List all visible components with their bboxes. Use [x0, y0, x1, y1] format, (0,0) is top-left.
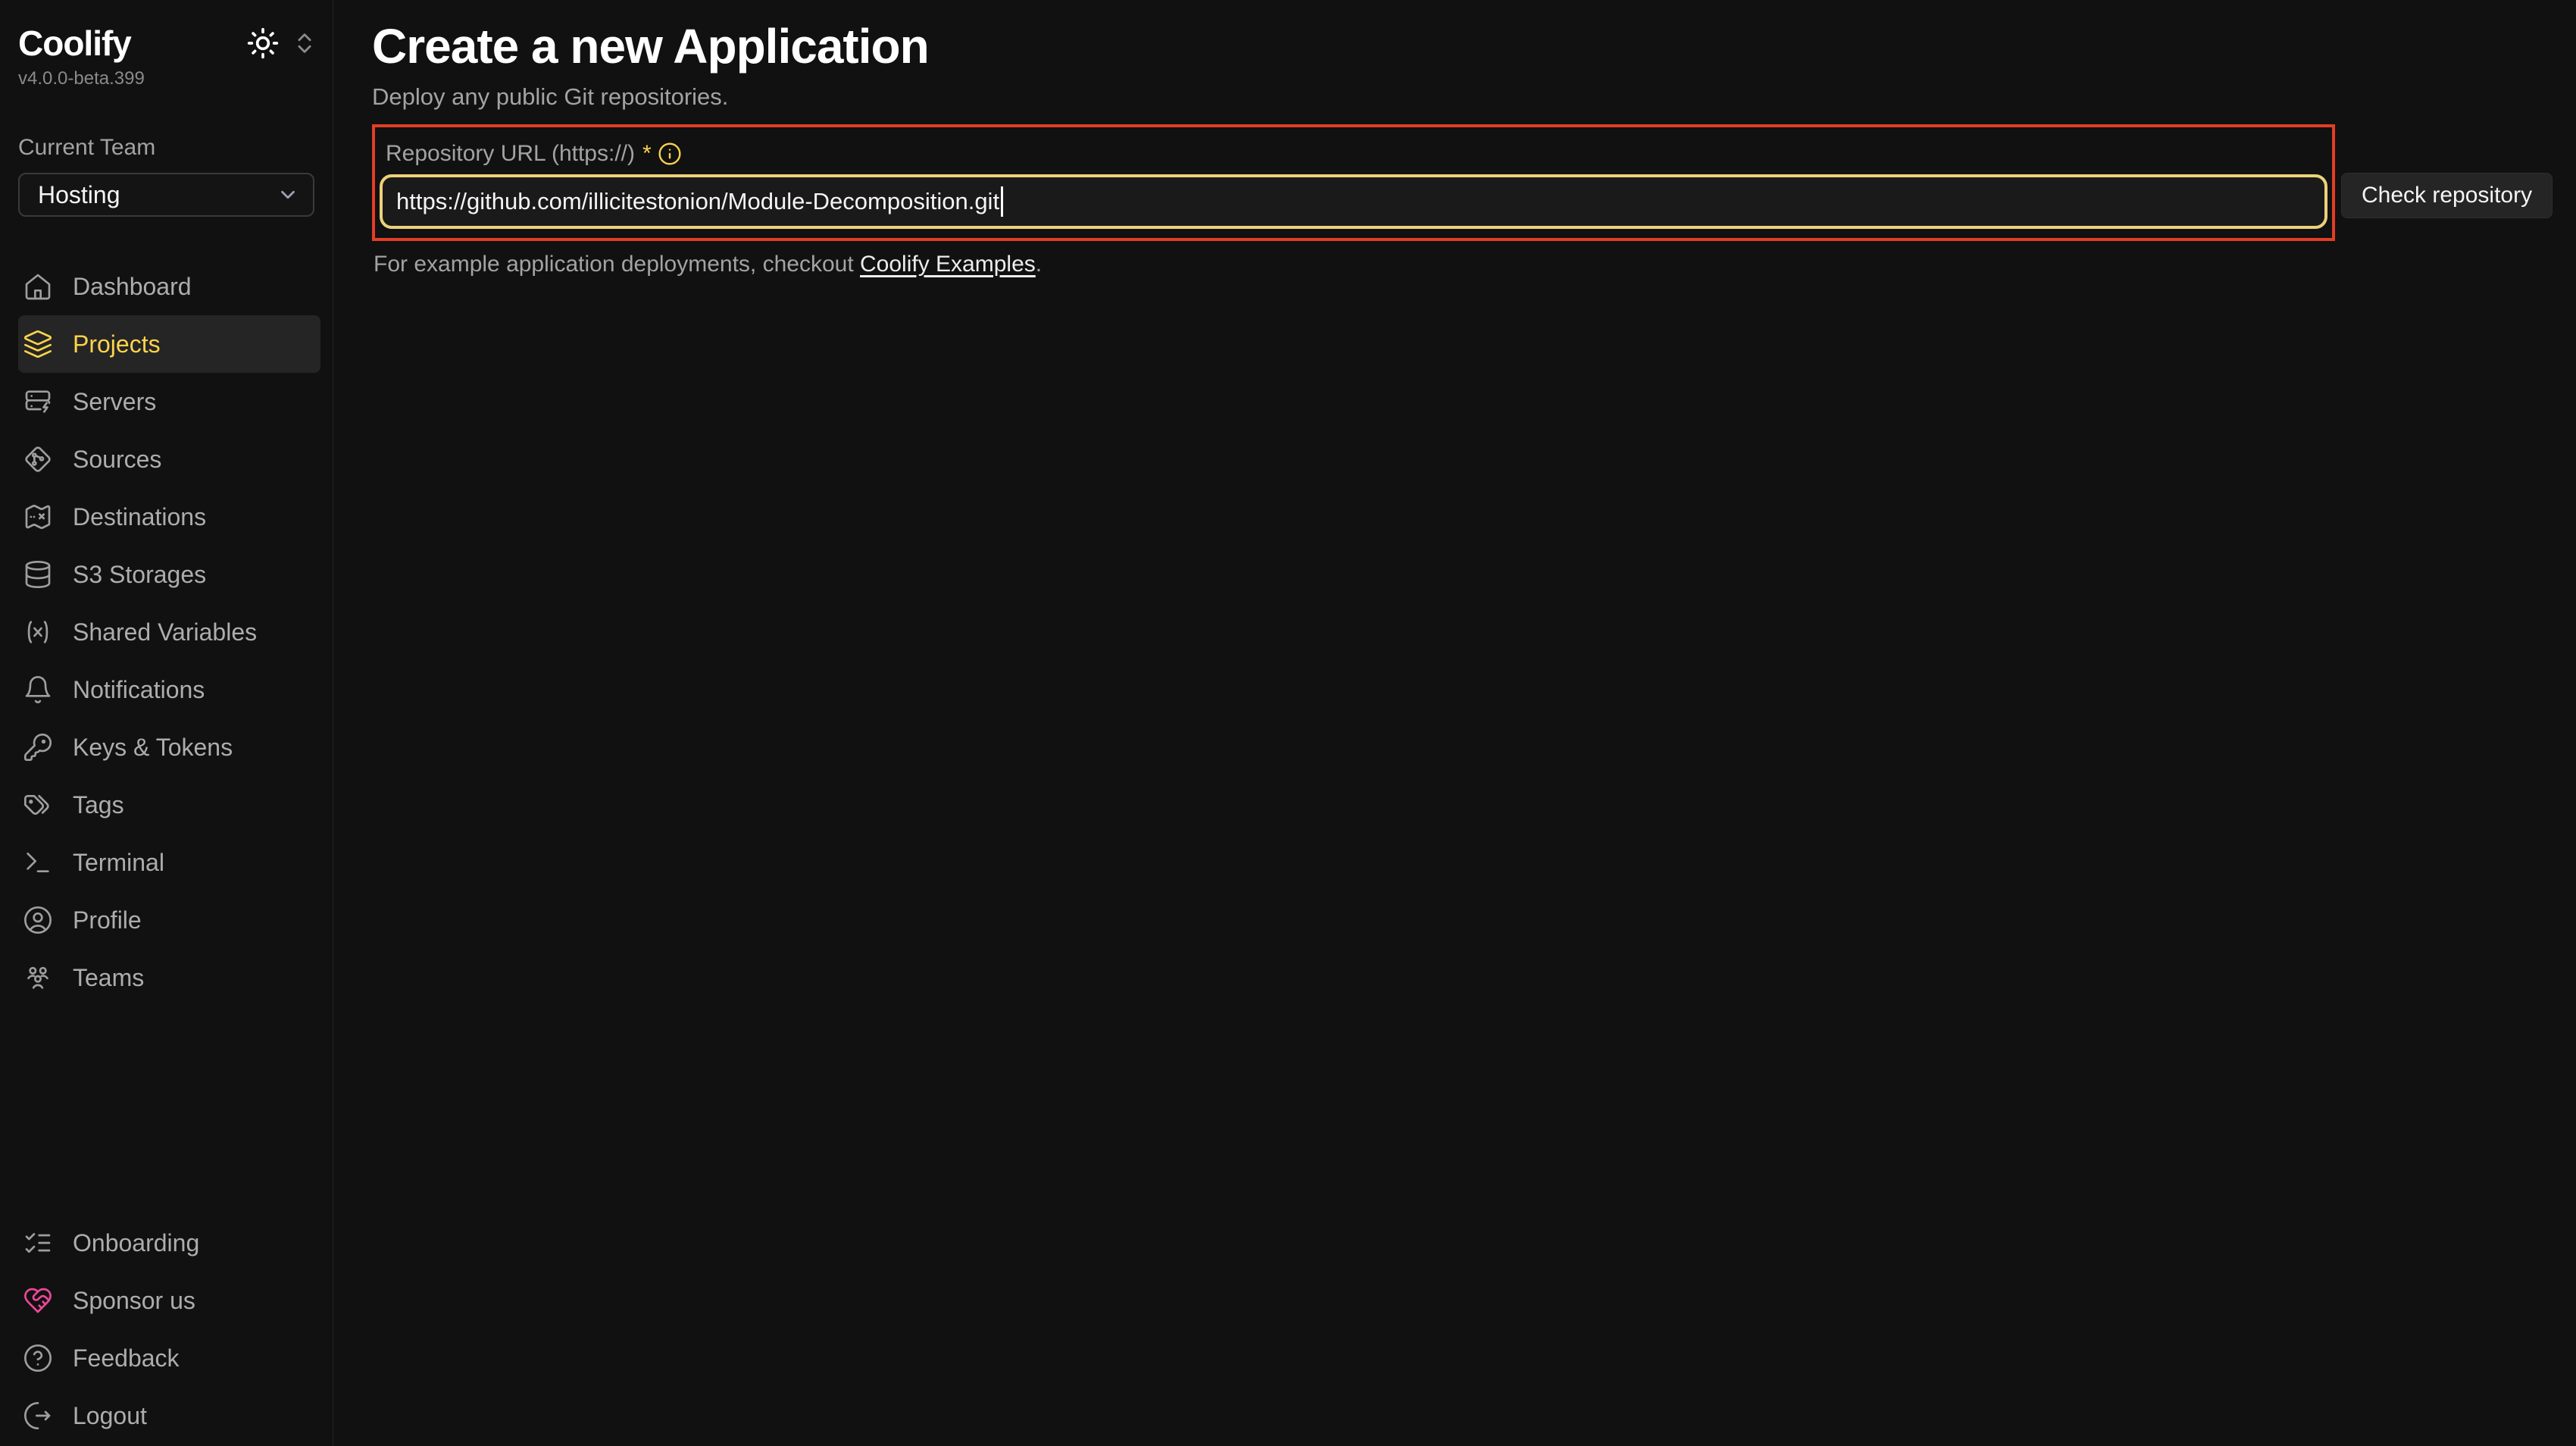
sidebar-item-keys-tokens[interactable]: Keys & Tokens [18, 718, 320, 776]
server-icon [23, 387, 53, 417]
home-icon [23, 271, 53, 302]
main-content: Create a new Application Deploy any publ… [334, 0, 2576, 1446]
sidebar-item-tags[interactable]: Tags [18, 776, 320, 834]
team-select[interactable]: Hosting [18, 173, 314, 217]
user-circle-icon [23, 905, 53, 935]
sidebar-item-feedback[interactable]: Feedback [18, 1329, 320, 1387]
sidebar-item-s3-storages[interactable]: S3 Storages [18, 546, 320, 603]
chevrons-up-down-icon [292, 30, 317, 56]
info-icon[interactable] [658, 142, 682, 166]
sidebar-item-logout[interactable]: Logout [18, 1387, 320, 1444]
git-source-icon [23, 444, 53, 474]
sidebar-item-teams[interactable]: Teams [18, 949, 320, 1006]
text-caret [1001, 186, 1003, 217]
list-checks-icon [23, 1228, 53, 1258]
sidebar-item-onboarding[interactable]: Onboarding [18, 1214, 320, 1272]
heart-handshake-icon [23, 1285, 53, 1316]
map-icon [23, 502, 53, 532]
sidebar-item-servers[interactable]: Servers [18, 373, 320, 430]
sidebar-item-dashboard[interactable]: Dashboard [18, 258, 320, 315]
sidebar-item-terminal[interactable]: Terminal [18, 834, 320, 891]
theme-toggle-button[interactable] [246, 27, 280, 60]
tag-icon [23, 790, 53, 820]
sidebar-bottom-nav: Onboarding Sponsor us Feedback Logout [18, 1214, 320, 1444]
team-select-value: Hosting [38, 181, 120, 209]
coolify-examples-link[interactable]: Coolify Examples [860, 252, 1036, 277]
terminal-icon [23, 847, 53, 878]
layers-icon [23, 329, 53, 359]
sidebar-item-sources[interactable]: Sources [18, 430, 320, 488]
help-circle-icon [23, 1343, 53, 1373]
sidebar-nav: Dashboard Projects Servers Sources Desti… [18, 258, 320, 1006]
users-icon [23, 962, 53, 993]
repository-url-error-box: Repository URL (https://) * https://gith… [372, 124, 2335, 241]
coolify-app: { "app": { "name": "Coolify", "version":… [0, 0, 2576, 1446]
required-asterisk: * [642, 141, 652, 167]
repository-url-value: https://github.com/illicitestonion/Modul… [396, 188, 999, 215]
helper-text: For example application deployments, che… [374, 252, 2538, 277]
sidebar-item-projects[interactable]: Projects [18, 315, 320, 373]
page-subtitle: Deploy any public Git repositories. [372, 83, 2538, 111]
sidebar-item-sponsor-us[interactable]: Sponsor us [18, 1272, 320, 1329]
key-icon [23, 732, 53, 762]
repository-url-label: Repository URL (https://) [386, 141, 635, 167]
app-logo: Coolify [18, 26, 131, 61]
sidebar-item-shared-variables[interactable]: Shared Variables [18, 603, 320, 661]
database-icon [23, 559, 53, 590]
sidebar-item-profile[interactable]: Profile [18, 891, 320, 949]
page-title: Create a new Application [372, 20, 2538, 73]
current-team-label: Current Team [18, 135, 333, 161]
repository-form-row: Repository URL (https://) * https://gith… [372, 124, 2538, 241]
check-repository-button[interactable]: Check repository [2341, 173, 2553, 218]
bell-icon [23, 674, 53, 705]
repository-url-label-row: Repository URL (https://) * [386, 141, 2332, 167]
chevron-down-icon [277, 183, 299, 206]
sun-icon [246, 27, 280, 60]
logo-row: Coolify [18, 26, 317, 61]
sidebar-item-destinations[interactable]: Destinations [18, 488, 320, 546]
app-version: v4.0.0-beta.399 [18, 68, 333, 89]
variable-icon [23, 617, 53, 647]
logout-icon [23, 1401, 53, 1431]
sidebar-item-notifications[interactable]: Notifications [18, 661, 320, 718]
version-switcher-button[interactable] [292, 30, 317, 56]
repository-url-input[interactable]: https://github.com/illicitestonion/Modul… [380, 174, 2327, 229]
sidebar: Coolify v4.0.0-beta.399 Current Team Hos… [0, 0, 333, 1446]
